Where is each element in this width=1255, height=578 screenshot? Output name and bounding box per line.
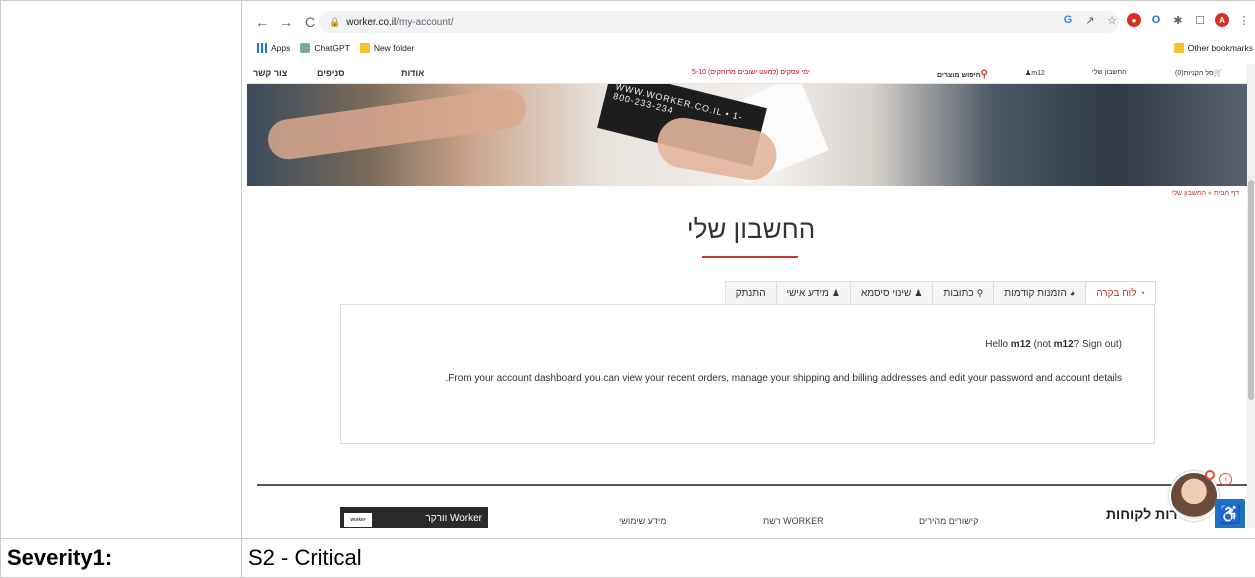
- sheet-cell-left-top: [0, 0, 242, 539]
- severity-value: S2 - Critical: [248, 545, 362, 570]
- google-icon[interactable]: G: [1061, 13, 1075, 27]
- hero-hand-left: [265, 86, 529, 162]
- search-products-link[interactable]: חיפוש מוצרים⚲: [937, 69, 988, 80]
- hero-banner: WWW.WORKER.CO.IL • 1-800-233-234: [247, 84, 1255, 186]
- extension-icons: G ↗ ☆ ● O ✱ ☐ A ⋮: [1061, 13, 1251, 27]
- tab-logout-label: התנתק: [735, 287, 766, 299]
- dashboard-description: .From your account dashboard you can vie…: [445, 373, 1123, 384]
- extension-badge-icon[interactable]: ●: [1127, 13, 1141, 27]
- footer-quick-links: קישורים מהירים: [919, 516, 979, 526]
- map-pin-icon: ⚲: [976, 287, 984, 298]
- url-path: /my-account/: [396, 16, 454, 28]
- folder-icon: [1173, 43, 1184, 53]
- tab-personal-info[interactable]: מידע אישי ♟: [775, 281, 851, 304]
- browser-toolbar: ← → C 🔒 worker.co.il/my-account/ G ↗ ☆ ●…: [247, 8, 1255, 36]
- shipping-promo: 5-10 ימי עסקים (למעט ישובים מרוחקים): [692, 69, 810, 76]
- lock-icon[interactable]: 🔒: [329, 17, 340, 28]
- bookmark-chatgpt-label: ChatGPT: [314, 43, 350, 53]
- tab-dashboard[interactable]: לוח בקרה ◔: [1085, 281, 1156, 304]
- address-bar[interactable]: 🔒 worker.co.il/my-account/: [319, 11, 1119, 33]
- hero-card-text: WWW.WORKER.CO.IL • 1-800-233-234: [612, 84, 744, 123]
- search-products-label: חיפוש מוצרים: [937, 72, 981, 79]
- back-icon[interactable]: ←: [253, 13, 271, 31]
- user-link[interactable]: ♟m12: [1025, 69, 1045, 77]
- severity-value-cell: S2 - Critical: [242, 539, 1255, 578]
- bookmark-star-icon[interactable]: ☆: [1105, 13, 1119, 27]
- tab-change-password-label: שינוי סיסמא: [861, 287, 912, 299]
- dashboard-icon: ◔: [1139, 288, 1145, 298]
- bookmark-chatgpt[interactable]: ChatGPT: [300, 43, 350, 53]
- bookmark-new-folder-label: New folder: [373, 43, 415, 53]
- severity-label-cell: Severity1:: [0, 539, 242, 578]
- tab-orders[interactable]: הזמנות קודמות ◕: [993, 281, 1087, 304]
- title-underline: [702, 256, 798, 258]
- cart-label: סל הקניות(0): [1175, 70, 1214, 77]
- footer-divider: [257, 484, 1252, 486]
- search-icon: ⚲: [980, 69, 988, 80]
- user-icon: ♟: [831, 287, 840, 298]
- accessibility-icon[interactable]: ♿: [1215, 499, 1245, 528]
- bookmark-apps-label: Apps: [271, 43, 291, 53]
- bookmarks-bar: Apps ChatGPT New folder Other bookmarks: [247, 38, 1255, 58]
- tab-logout[interactable]: התנתק: [724, 281, 777, 304]
- cart-icon: 🛒: [1213, 70, 1223, 77]
- severity-label: Severity1:: [7, 545, 113, 570]
- bookmark-new-folder[interactable]: New folder: [359, 43, 415, 53]
- scrollbar-thumb[interactable]: [1248, 180, 1254, 400]
- tab-addresses-label: כתובות: [943, 287, 974, 299]
- nav-about[interactable]: אודות: [401, 68, 424, 78]
- tab-dashboard-label: לוח בקרה: [1096, 287, 1137, 299]
- share-icon[interactable]: ↗: [1083, 13, 1097, 27]
- user-icon: ♟: [914, 287, 923, 298]
- hello-prefix: Hello: [985, 339, 1011, 350]
- user-name: m12: [1031, 70, 1045, 77]
- hello-message: Hello m12 (not m12? Sign out): [985, 339, 1122, 350]
- dashboard-panel: Hello m12 (not m12? Sign out) .From your…: [340, 304, 1155, 444]
- reload-icon[interactable]: C: [301, 13, 319, 31]
- hello-user: m12: [1010, 339, 1031, 350]
- account-tabs: לוח בקרה ◔ הזמנות קודמות ◕ כתובות ⚲ שינוי ס…: [634, 281, 1156, 304]
- footer-image-text: וורקר Worker: [425, 512, 482, 524]
- bookmark-apps[interactable]: Apps: [257, 43, 290, 53]
- page-title: החשבון שלי: [686, 214, 816, 244]
- footer-worker-image[interactable]: worker וורקר Worker: [340, 507, 488, 528]
- cart-link[interactable]: סל הקניות(0)🛒: [1175, 69, 1222, 77]
- sign-out-link[interactable]: ? Sign out): [1074, 339, 1122, 350]
- forward-icon[interactable]: →: [277, 13, 295, 31]
- scroll-top-icon[interactable]: ↑: [1219, 473, 1232, 486]
- chatgpt-icon: [300, 43, 311, 53]
- my-account-link[interactable]: החשבון שלי: [1092, 69, 1127, 76]
- url-host: worker.co.il: [346, 16, 397, 28]
- tab-personal-info-label: מידע אישי: [786, 287, 829, 299]
- footer-worker-network: רשת WORKER: [763, 516, 824, 526]
- menu-kebab-icon[interactable]: ⋮: [1237, 13, 1251, 27]
- apps-grid-icon: [257, 43, 267, 53]
- browser-screenshot: ← → C 🔒 worker.co.il/my-account/ G ↗ ☆ ●…: [247, 8, 1255, 528]
- breadcrumb[interactable]: דף הבית » החשבון שלי: [1172, 190, 1239, 197]
- folder-icon: [359, 43, 370, 53]
- pie-chart-icon: ◕: [1069, 288, 1076, 298]
- report-sheet: Severity1: S2 - Critical ← → C 🔒 worker.…: [0, 0, 1255, 578]
- hello-mid: (not: [1030, 339, 1054, 350]
- sidepanel-icon[interactable]: ☐: [1193, 13, 1207, 27]
- profile-avatar-icon[interactable]: A: [1215, 13, 1229, 27]
- bookmark-other[interactable]: Other bookmarks: [1173, 43, 1253, 53]
- tab-change-password[interactable]: שינוי סיסמא ♟: [850, 281, 934, 304]
- puzzle-icon[interactable]: ✱: [1171, 13, 1185, 27]
- extension-o-icon[interactable]: O: [1149, 13, 1163, 27]
- footer-useful-info: מידע שימושי: [619, 516, 667, 526]
- tab-addresses[interactable]: כתובות ⚲: [932, 281, 995, 304]
- page-scrollbar[interactable]: [1247, 64, 1255, 528]
- nav-contact[interactable]: צור קשר: [253, 68, 287, 78]
- worker-logo: worker: [344, 513, 372, 527]
- site-header-nav: צור קשר סניפים אודות 5-10 ימי עסקים (למע…: [247, 62, 1255, 84]
- chat-status-icon: [1205, 470, 1215, 480]
- hello-user-2: m12: [1053, 339, 1074, 350]
- bookmark-other-label: Other bookmarks: [1187, 43, 1253, 53]
- nav-branches[interactable]: סניפים: [317, 68, 345, 78]
- tab-orders-label: הזמנות קודמות: [1004, 287, 1067, 299]
